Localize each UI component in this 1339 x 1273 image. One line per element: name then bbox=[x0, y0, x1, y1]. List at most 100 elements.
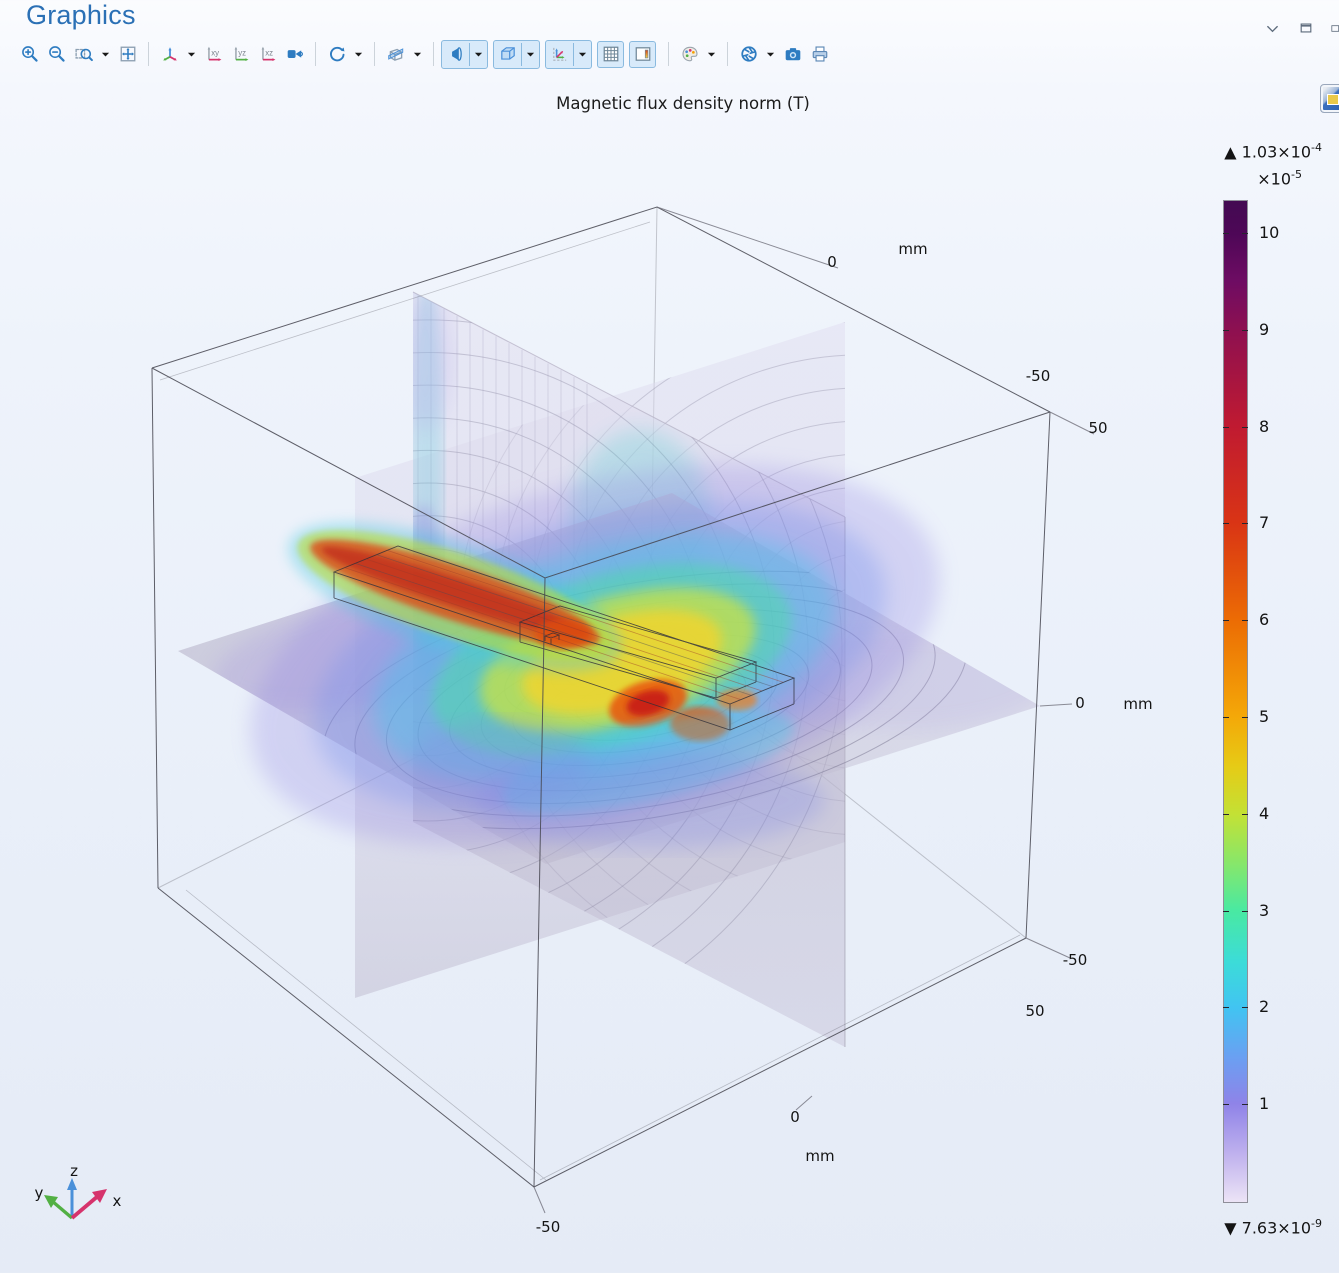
collapse-button[interactable] bbox=[1261, 17, 1283, 39]
go-to-xy-view-button[interactable]: xy bbox=[200, 41, 227, 68]
maximize-icon bbox=[1299, 21, 1313, 35]
transparency-dropdown[interactable] bbox=[522, 41, 539, 68]
axis-tick-label: -50 bbox=[1063, 951, 1088, 969]
default-3d-view-icon bbox=[161, 45, 179, 63]
axis-tick-label: -50 bbox=[536, 1218, 561, 1236]
rotate-dropdown[interactable] bbox=[350, 41, 367, 68]
colorbar-ticks: 10987654321 bbox=[1223, 200, 1248, 1203]
scene-light-dropdown[interactable] bbox=[470, 41, 487, 68]
svg-text:xy: xy bbox=[211, 49, 219, 58]
colorbar-tick-label: 3 bbox=[1259, 901, 1269, 920]
toolbar-separator bbox=[148, 42, 149, 66]
graphics-toolbar: xy yz xz bbox=[16, 39, 833, 69]
snapshot-button[interactable] bbox=[735, 41, 762, 68]
dropdown-caret-icon bbox=[578, 50, 587, 59]
clip-plane-icon bbox=[387, 45, 405, 63]
go-to-xz-view-button[interactable]: xz bbox=[254, 41, 281, 68]
axis-tick-label: 0 bbox=[1075, 694, 1085, 712]
show-legends-button[interactable] bbox=[629, 41, 656, 68]
print-button[interactable] bbox=[806, 41, 833, 68]
scene-light-split-button bbox=[441, 40, 488, 69]
yz-view-icon: yz bbox=[232, 45, 250, 63]
axis-orientation-icon bbox=[551, 45, 569, 63]
colorbar-tick-label: 7 bbox=[1259, 513, 1269, 532]
scene-light-icon bbox=[447, 45, 465, 63]
colorbar-tick-label: 5 bbox=[1259, 707, 1269, 726]
dropdown-caret-icon bbox=[354, 50, 363, 59]
camera-icon bbox=[784, 45, 802, 63]
zoom-in-icon bbox=[21, 45, 39, 63]
transparency-cube-icon bbox=[499, 45, 517, 63]
colorbar-tick-label: 10 bbox=[1259, 223, 1279, 242]
toolbar-separator bbox=[374, 42, 375, 66]
svg-text:xz: xz bbox=[265, 49, 273, 58]
rotate-icon bbox=[328, 45, 346, 63]
colorbar-tick-label: 1 bbox=[1259, 1094, 1269, 1113]
zoom-out-button[interactable] bbox=[43, 41, 70, 68]
color-palette-button[interactable] bbox=[676, 41, 703, 68]
maximize-button[interactable] bbox=[1295, 17, 1317, 39]
colorbar-tick-label: 8 bbox=[1259, 417, 1269, 436]
zoom-box-dropdown[interactable] bbox=[97, 41, 114, 68]
show-grid-button[interactable] bbox=[597, 41, 624, 68]
axis-tick-label: mm bbox=[898, 240, 927, 258]
scene-light-button[interactable] bbox=[442, 41, 469, 68]
xy-view-icon: xy bbox=[205, 45, 223, 63]
axis-tick-label: -50 bbox=[1026, 367, 1051, 385]
dropdown-caret-icon bbox=[526, 50, 535, 59]
float-button[interactable] bbox=[1329, 17, 1339, 39]
projector-icon bbox=[286, 45, 304, 63]
zoom-extents-icon bbox=[119, 45, 137, 63]
palette-icon bbox=[681, 45, 699, 63]
zoom-out-icon bbox=[48, 45, 66, 63]
axis-orientation-split-button bbox=[545, 40, 592, 69]
show-axis-orientation-button[interactable] bbox=[546, 41, 573, 68]
aperture-icon bbox=[740, 45, 758, 63]
svg-text:yz: yz bbox=[238, 49, 246, 58]
colorbar-tick-label: 6 bbox=[1259, 610, 1269, 629]
graphics-canvas[interactable]: z y x bbox=[0, 0, 1339, 1273]
chevron-down-icon bbox=[1265, 21, 1280, 36]
plot-title: Magnetic flux density norm (T) bbox=[556, 94, 810, 113]
image-capture-button[interactable] bbox=[779, 41, 806, 68]
go-to-yz-view-button[interactable]: yz bbox=[227, 41, 254, 68]
toolbar-separator bbox=[315, 42, 316, 66]
clip-plane-button[interactable] bbox=[382, 41, 409, 68]
window-title: Graphics bbox=[26, 0, 136, 31]
transparency-split-button bbox=[493, 40, 540, 69]
axis-tick-label: mm bbox=[805, 1147, 834, 1165]
triad-x-label: x bbox=[113, 1192, 122, 1210]
dropdown-caret-icon bbox=[766, 50, 775, 59]
zoom-in-button[interactable] bbox=[16, 41, 43, 68]
zoom-box-button[interactable] bbox=[70, 41, 97, 68]
legend-max-value: ▲ 1.03×10-4 bbox=[1190, 141, 1322, 161]
panel-preview-icon[interactable] bbox=[1320, 84, 1339, 113]
grid-icon bbox=[602, 45, 620, 63]
color-palette-dropdown[interactable] bbox=[703, 41, 720, 68]
zoom-box-icon bbox=[75, 45, 93, 63]
axis-tick-label: mm bbox=[1123, 695, 1152, 713]
dropdown-caret-icon bbox=[187, 50, 196, 59]
view-projection-button[interactable] bbox=[281, 41, 308, 68]
color-legend-icon bbox=[634, 45, 652, 63]
snapshot-dropdown[interactable] bbox=[762, 41, 779, 68]
default-view-dropdown[interactable] bbox=[183, 41, 200, 68]
axis-orientation-dropdown[interactable] bbox=[574, 41, 591, 68]
axis-tick-label: 0 bbox=[790, 1108, 800, 1126]
axis-tick-label: 50 bbox=[1025, 1002, 1044, 1020]
axis-tick-label: 50 bbox=[1088, 419, 1107, 437]
legend-scale-factor: ×10-5 bbox=[1190, 168, 1302, 188]
rotate-button[interactable] bbox=[323, 41, 350, 68]
triad-y-label: y bbox=[35, 1184, 44, 1202]
colorbar-tick-label: 2 bbox=[1259, 997, 1269, 1016]
go-to-default-view-button[interactable] bbox=[156, 41, 183, 68]
printer-icon bbox=[811, 45, 829, 63]
window-icon bbox=[1329, 21, 1339, 36]
transparency-button[interactable] bbox=[494, 41, 521, 68]
colorbar-tick-label: 9 bbox=[1259, 320, 1269, 339]
zoom-extents-button[interactable] bbox=[114, 41, 141, 68]
axis-tick-label: 0 bbox=[827, 253, 837, 271]
dropdown-caret-icon bbox=[101, 50, 110, 59]
clip-plane-dropdown[interactable] bbox=[409, 41, 426, 68]
toolbar-separator bbox=[727, 42, 728, 66]
